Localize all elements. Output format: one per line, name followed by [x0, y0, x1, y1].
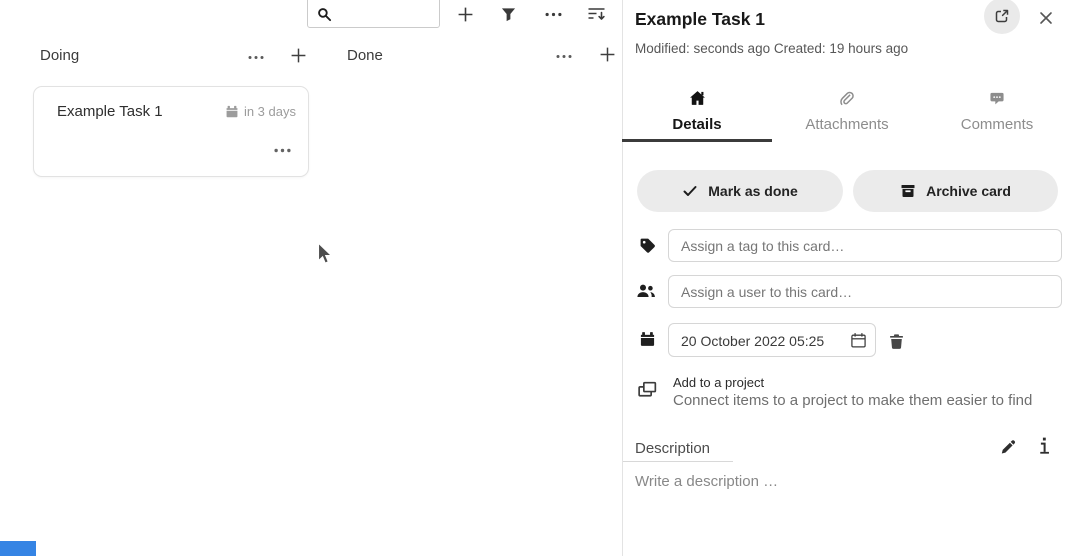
info-icon	[1039, 437, 1053, 455]
due-date-field[interactable]: 20 October 2022 05:25	[668, 323, 876, 357]
search-input[interactable]	[338, 3, 434, 23]
export-icon	[994, 8, 1010, 24]
calendar-outline-icon	[850, 332, 867, 349]
tab-label: Attachments	[805, 116, 888, 133]
calendar-icon	[225, 105, 239, 119]
plus-icon	[599, 46, 616, 63]
close-panel-button[interactable]	[1036, 8, 1056, 28]
pencil-icon	[1000, 439, 1020, 455]
board-menu-button[interactable]	[540, 1, 566, 27]
add-card-button[interactable]	[452, 1, 478, 27]
archive-card-label: Archive card	[926, 183, 1011, 199]
archive-card-button[interactable]: Archive card	[853, 170, 1058, 212]
filter-button[interactable]	[495, 1, 521, 27]
plus-icon	[290, 47, 307, 64]
trash-icon	[888, 333, 910, 350]
add-to-project-subtitle: Connect items to a project to make them …	[673, 392, 1032, 409]
panel-meta: Modified: seconds ago Created: 19 hours …	[635, 41, 908, 56]
date-picker-button[interactable]	[850, 332, 867, 349]
due-date-value: 20 October 2022 05:25	[681, 333, 824, 349]
add-to-project-title: Add to a project	[673, 375, 764, 390]
check-icon	[682, 183, 698, 199]
windows-stack-icon	[636, 379, 659, 400]
assign-user-input[interactable]	[668, 275, 1062, 308]
search-box[interactable]	[307, 0, 440, 28]
column-done-menu-button[interactable]	[551, 43, 577, 69]
tab-details[interactable]: Details	[622, 85, 772, 140]
close-icon	[1038, 10, 1054, 26]
ellipsis-icon	[274, 148, 291, 153]
comment-icon	[989, 89, 1005, 107]
sort-button[interactable]	[583, 1, 609, 27]
mark-as-done-button[interactable]: Mark as done	[637, 170, 843, 212]
column-doing-menu-button[interactable]	[243, 44, 269, 70]
remove-due-date-button[interactable]	[888, 330, 910, 352]
task-card[interactable]: Example Task 1 in 3 days	[33, 86, 309, 177]
panel-divider	[622, 0, 623, 556]
add-to-project-row[interactable]: Add to a project Connect items to a proj…	[623, 368, 1063, 414]
ellipsis-icon	[556, 54, 572, 59]
paperclip-icon	[840, 89, 854, 107]
tab-attachments[interactable]: Attachments	[772, 85, 922, 140]
mark-as-done-label: Mark as done	[708, 183, 797, 199]
tag-icon	[639, 237, 656, 254]
tab-label: Comments	[961, 116, 1034, 133]
tab-label: Details	[672, 116, 721, 133]
tab-comments[interactable]: Comments	[922, 85, 1072, 140]
users-icon	[636, 283, 656, 299]
column-doing-add-button[interactable]	[285, 42, 311, 68]
funnel-icon	[501, 7, 516, 22]
active-tab-indicator	[622, 139, 772, 142]
plus-icon	[457, 6, 474, 23]
card-title: Example Task 1	[57, 103, 163, 120]
open-in-window-button[interactable]	[984, 0, 1020, 34]
ellipsis-icon	[248, 55, 264, 60]
description-label: Description	[635, 440, 710, 457]
ellipsis-icon	[545, 12, 562, 17]
accent-corner-fragment	[0, 541, 36, 556]
search-icon	[317, 7, 332, 22]
description-editor[interactable]: Write a description …	[635, 473, 1055, 543]
card-due-label: in 3 days	[244, 104, 296, 119]
archive-icon	[900, 183, 916, 199]
edit-description-button[interactable]	[1000, 437, 1020, 457]
column-done-add-button[interactable]	[594, 41, 620, 67]
sort-list-icon	[587, 6, 606, 22]
description-underline	[623, 461, 733, 462]
card-menu-button[interactable]	[269, 137, 295, 163]
column-title-doing: Doing	[40, 47, 79, 64]
column-title-done: Done	[347, 47, 383, 64]
card-due-date: in 3 days	[225, 104, 296, 119]
home-icon	[689, 89, 706, 107]
info-button[interactable]	[1039, 436, 1053, 456]
mouse-cursor	[317, 242, 334, 267]
calendar-icon	[639, 331, 656, 348]
assign-tag-input[interactable]	[668, 229, 1062, 262]
panel-title: Example Task 1	[635, 9, 765, 30]
